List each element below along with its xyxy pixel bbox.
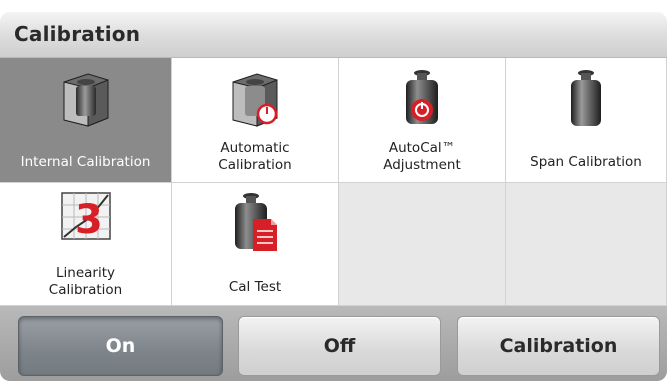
calibration-screen: Calibration Internal Calibration Automat… bbox=[0, 0, 667, 381]
tile-label: Span Calibration bbox=[530, 154, 642, 170]
internal-calibration-icon bbox=[63, 73, 108, 127]
tile-label: AutoCal™ Adjustment bbox=[383, 140, 461, 173]
calibration-button[interactable]: Calibration bbox=[457, 316, 660, 376]
title-bar: Calibration bbox=[0, 12, 667, 58]
linearity-calibration-icon: 3 bbox=[60, 192, 111, 241]
tile-linearity-calibration[interactable]: 3 Linearity Calibration bbox=[0, 183, 172, 306]
svg-text:3: 3 bbox=[75, 197, 103, 241]
tile-label: Internal Calibration bbox=[20, 154, 151, 170]
tile-label: Cal Test bbox=[228, 279, 282, 295]
empty-tile bbox=[339, 183, 506, 306]
tile-label: Linearity Calibration bbox=[48, 265, 123, 298]
cal-test-icon bbox=[235, 193, 277, 251]
tile-automatic-calibration[interactable]: Automatic Calibration bbox=[172, 58, 339, 183]
span-calibration-icon bbox=[571, 70, 601, 126]
tile-span-calibration[interactable]: Span Calibration bbox=[506, 58, 667, 183]
page-title: Calibration bbox=[14, 22, 141, 46]
off-button[interactable]: Off bbox=[238, 316, 441, 376]
tile-internal-calibration[interactable]: Internal Calibration bbox=[0, 58, 172, 183]
bottom-button-bar: On Off Calibration bbox=[0, 306, 667, 381]
autocal-adjustment-icon bbox=[406, 70, 438, 124]
on-button[interactable]: On bbox=[18, 316, 223, 376]
tile-cal-test[interactable]: Cal Test bbox=[172, 183, 339, 306]
automatic-calibration-icon bbox=[232, 73, 278, 127]
tile-autocal-adjustment[interactable]: AutoCal™ Adjustment bbox=[339, 58, 506, 183]
calibration-menu-grid: Internal Calibration Automatic Calibrati… bbox=[0, 58, 667, 306]
tile-label: Automatic Calibration bbox=[218, 140, 292, 173]
empty-tile bbox=[506, 183, 667, 306]
